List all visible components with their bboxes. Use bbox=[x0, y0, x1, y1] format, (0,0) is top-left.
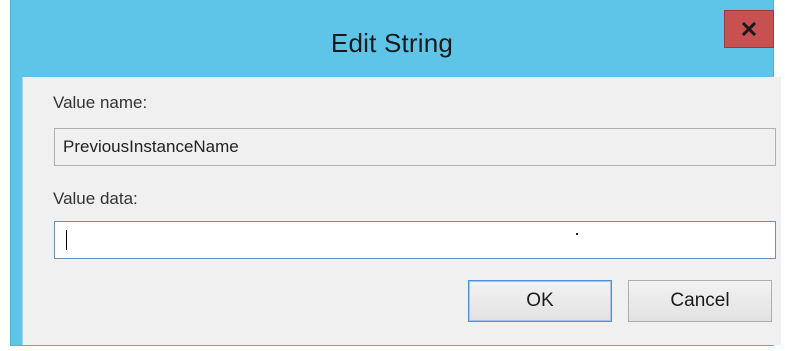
value-data-label: Value data: bbox=[53, 189, 138, 208]
close-icon bbox=[742, 22, 756, 36]
dialog-title: Edit String bbox=[330, 28, 454, 58]
value-name-field: PreviousInstanceName bbox=[54, 128, 776, 166]
cancel-button[interactable]: Cancel bbox=[628, 280, 772, 322]
value-name-label: Value name: bbox=[53, 93, 148, 112]
close-button[interactable] bbox=[724, 10, 774, 48]
title-bar[interactable]: Edit String bbox=[11, 0, 774, 77]
value-data-input[interactable] bbox=[54, 221, 776, 259]
edit-string-dialog: Edit String Value name: PreviousInstance… bbox=[11, 0, 781, 345]
ok-button[interactable]: OK bbox=[468, 280, 612, 322]
text-caret bbox=[66, 230, 67, 250]
artifact-dot bbox=[576, 233, 578, 235]
dialog-body: Value name: PreviousInstanceName Value d… bbox=[22, 77, 781, 345]
